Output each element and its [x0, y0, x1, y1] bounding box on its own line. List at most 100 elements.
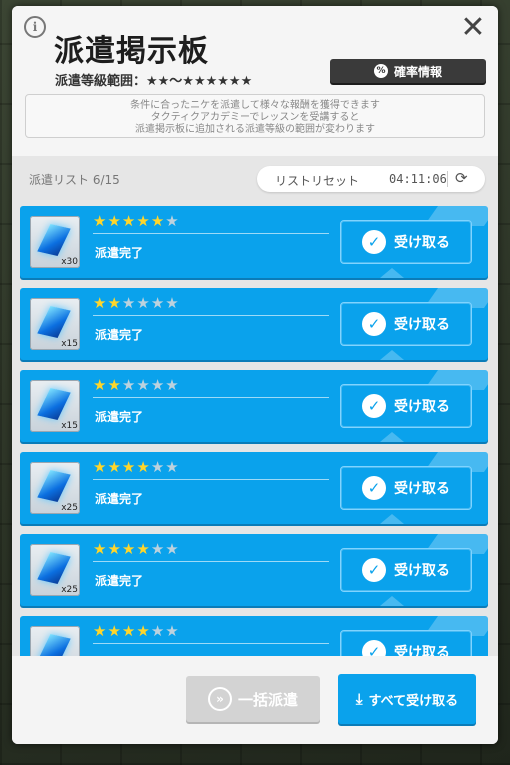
star-rating: ★★★★★★: [93, 622, 180, 640]
star-icon: ★: [165, 212, 180, 230]
list-reset-pill[interactable]: リストリセット 04:11:06 ⟳: [257, 166, 485, 192]
crystal-icon: [37, 552, 71, 584]
close-button[interactable]: ✕: [458, 13, 488, 44]
receive-button[interactable]: ✓ 受け取る: [340, 384, 472, 428]
star-icon: ★: [93, 376, 108, 394]
receive-button-label: 受け取る: [394, 645, 450, 656]
check-icon: ✓: [362, 394, 386, 418]
card-notch: [380, 514, 404, 524]
check-icon: ✓: [362, 640, 386, 656]
card-notch: [380, 350, 404, 360]
probability-info-label: 確率情報: [393, 64, 442, 79]
dispatch-card[interactable]: x15 ★★★★★★ 派遣完了 ✓ 受け取る: [20, 288, 488, 360]
receive-button-label: 受け取る: [394, 481, 450, 497]
star-icon: ★: [150, 622, 166, 640]
star-icon: ★: [121, 294, 137, 312]
receive-button-label: 受け取る: [394, 563, 450, 579]
dispatch-card[interactable]: x25★★★★★★派遣完了✓受け取る: [20, 534, 488, 606]
star-icon: ★: [107, 540, 122, 558]
star-icon: ★: [165, 540, 180, 558]
star-rating: ★★★★★★: [93, 212, 180, 230]
dispatch-board-panel: i 派遣掲示板 派遣等級範囲：★★～★★★★★★ ✕ % 確率情報 条件に合った…: [12, 6, 498, 744]
star-rating: ★★★★★★: [93, 294, 180, 312]
dispatch-list[interactable]: 派遣リスト 6/15 リストリセット 04:11:06 ⟳ x30 ★★★★★★ 派…: [12, 156, 498, 656]
fast-forward-icon: »: [207, 687, 232, 711]
star-icon: ★: [121, 458, 137, 476]
receive-all-button[interactable]: ⤓ すべて受け取る: [338, 674, 476, 724]
divider: [93, 561, 329, 562]
reward-item-icon: x30: [30, 216, 80, 268]
panel-footer: » 一括派遣 ⤓ すべて受け取る: [12, 656, 498, 744]
star-icon: ★: [93, 540, 108, 558]
receive-button[interactable]: ✓ 受け取る: [340, 630, 472, 656]
star-icon: ★: [107, 376, 122, 394]
star-icon: ★: [107, 294, 122, 312]
crystal-icon: [37, 634, 71, 656]
crystal-icon: [37, 306, 71, 338]
page-title: 派遣掲示板: [54, 34, 209, 69]
receive-button[interactable]: ✓ 受け取る: [340, 466, 472, 510]
star-icon: ★: [93, 294, 108, 312]
star-icon: ★: [136, 212, 151, 230]
dispatch-list-count: 派遣リスト 6/15: [29, 173, 120, 187]
divider: [447, 171, 448, 187]
dispatch-card[interactable]: x25★★★★★★派遣完了✓受け取る: [20, 616, 488, 656]
reward-item-icon: x25: [30, 462, 80, 514]
panel-header: i 派遣掲示板 派遣等級範囲：★★～★★★★★★ ✕ % 確率情報 条件に合った…: [12, 6, 498, 156]
star-icon: ★: [150, 540, 166, 558]
star-rating: ★★★★★★: [93, 540, 180, 558]
reset-timer: 04:11:06: [389, 172, 447, 186]
receive-button-label: 受け取る: [394, 235, 450, 251]
check-icon: ✓: [362, 312, 386, 336]
star-icon: ★: [107, 212, 122, 230]
receive-all-label: すべて受け取る: [368, 693, 459, 709]
probability-info-button[interactable]: % 確率情報: [330, 59, 486, 83]
star-icon: ★: [165, 376, 180, 394]
card-notch: [380, 268, 404, 278]
reward-item-icon: x15: [30, 298, 80, 350]
star-icon: ★: [93, 622, 108, 640]
receive-button[interactable]: ✓ 受け取る: [340, 548, 472, 592]
receive-button-label: 受け取る: [394, 317, 450, 333]
dispatch-grade-range: 派遣等級範囲：★★～★★★★★★: [55, 74, 253, 89]
receive-button[interactable]: ✓ 受け取る: [340, 302, 472, 346]
star-icon: ★: [121, 540, 137, 558]
star-icon: ★: [136, 622, 151, 640]
description-line: 条件に合ったニケを派遣して様々な報酬を獲得できます: [130, 100, 380, 111]
dispatch-card[interactable]: x30 ★★★★★★ 派遣完了 ✓ 受け取る: [20, 206, 488, 278]
reward-quantity: x30: [61, 257, 78, 267]
star-icon: ★: [107, 458, 122, 476]
info-icon[interactable]: i: [24, 16, 46, 38]
check-icon: ✓: [362, 476, 386, 500]
reward-item-icon: x25: [30, 626, 80, 656]
divider: [93, 233, 329, 234]
bulk-dispatch-button[interactable]: » 一括派遣: [186, 676, 320, 722]
receive-button[interactable]: ✓ 受け取る: [340, 220, 472, 264]
reward-quantity: x15: [61, 421, 78, 431]
dispatch-card[interactable]: x15 ★★★★★★ 派遣完了 ✓ 受け取る: [20, 370, 488, 442]
crystal-icon: [37, 470, 71, 502]
dispatch-card[interactable]: x25★★★★★★派遣完了✓受け取る: [20, 452, 488, 524]
star-icon: ★: [165, 622, 180, 640]
star-icon: ★: [165, 294, 180, 312]
refresh-icon[interactable]: ⟳: [455, 169, 468, 187]
download-icon: ⤓: [355, 690, 363, 708]
divider: [93, 479, 329, 480]
star-icon: ★: [150, 212, 166, 230]
divider: [93, 397, 329, 398]
description-line: タクティクアカデミーでレッスンを受講すると: [150, 112, 360, 123]
reward-quantity: x25: [61, 585, 78, 595]
reward-quantity: x15: [61, 339, 78, 349]
divider: [93, 315, 329, 316]
check-icon: ✓: [362, 558, 386, 582]
star-icon: ★: [165, 458, 180, 476]
dispatch-status: 派遣完了: [95, 410, 144, 424]
check-icon: ✓: [362, 230, 386, 254]
dispatch-status: 派遣完了: [95, 492, 144, 506]
star-icon: ★: [136, 376, 151, 394]
star-icon: ★: [150, 294, 166, 312]
star-icon: ★: [107, 622, 122, 640]
star-icon: ★: [121, 376, 137, 394]
receive-button-label: 受け取る: [394, 399, 450, 415]
reward-quantity: x25: [61, 503, 78, 513]
